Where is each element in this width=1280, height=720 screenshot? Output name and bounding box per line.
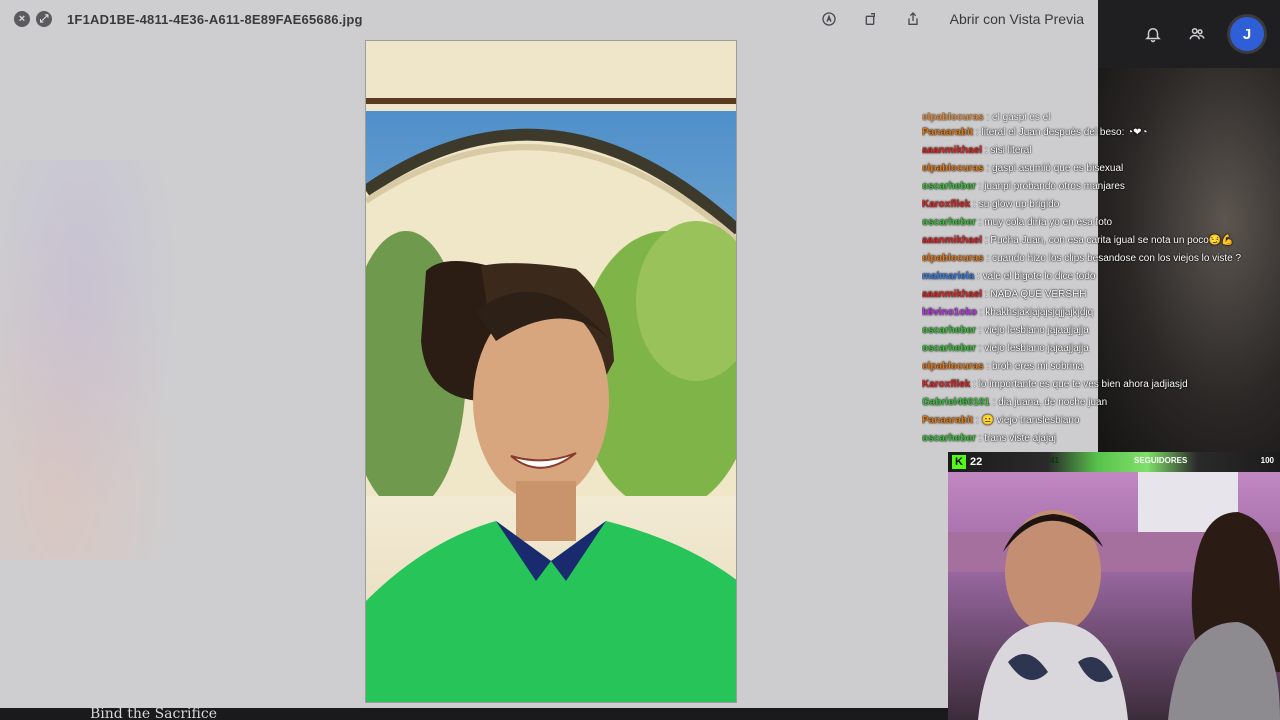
chat-username[interactable]: oscarheber bbox=[922, 343, 976, 354]
chat-message: oscarheber : juanpi probando otros manja… bbox=[922, 178, 1280, 196]
chat-text: : cuando hizo los clips besandose con lo… bbox=[983, 253, 1242, 264]
chat-message: Karoxfllek : su glow up brigido bbox=[922, 196, 1280, 214]
webcam-video bbox=[948, 472, 1280, 720]
chat-message: oscarheber : muy cola diría yo en esa fo… bbox=[922, 214, 1280, 232]
chat-username[interactable]: Panaarabit bbox=[922, 127, 973, 138]
share-button[interactable] bbox=[902, 8, 924, 30]
chat-message: oscarheber : trans viste ajajaj bbox=[922, 430, 1280, 448]
close-icon: × bbox=[18, 12, 26, 25]
chat-username[interactable]: Panaarabit bbox=[922, 415, 973, 426]
chat-message: Gabriel460101 : dia juana, de noche juan bbox=[922, 394, 1280, 412]
chat-username[interactable]: oscarheber bbox=[922, 181, 976, 192]
toolbar-actions: Abrir con Vista Previa bbox=[818, 0, 1084, 38]
photo-image bbox=[366, 41, 736, 702]
chat-username[interactable]: Karoxfllek bbox=[922, 199, 970, 210]
markup-icon bbox=[821, 12, 836, 26]
chat-message: Karoxfllek : lo importante es que te ves… bbox=[922, 376, 1280, 394]
viewer-count: 22 bbox=[970, 456, 983, 468]
chat-text: : el gaspi es el bbox=[983, 112, 1051, 123]
file-title: 1F1AD1BE-4811-4E36-A611-8E89FAE65686.jpg bbox=[67, 11, 363, 27]
chat-message: oscarheber : viejo lesbiano jajaajjajja bbox=[922, 322, 1280, 340]
stream-topbar: J bbox=[1098, 0, 1280, 68]
bell-icon[interactable] bbox=[1142, 23, 1164, 45]
chat-message: elpablocuras : el gaspi es el bbox=[922, 112, 1280, 124]
chat-username[interactable]: malmariela bbox=[922, 271, 974, 282]
chat-message: k6vino1oko : khakhsjakjajajsjqjjajkjdjq bbox=[922, 304, 1280, 322]
quicklook-toolbar: × ⤢ 1F1AD1BE-4811-4E36-A611-8E89FAE65686… bbox=[0, 0, 1098, 38]
fullscreen-button[interactable]: ⤢ bbox=[36, 11, 52, 27]
chat-text: : vale el bigote lo dice todo bbox=[974, 271, 1096, 282]
chat-message: elpablocuras : broh eres mi sobrina bbox=[922, 358, 1280, 376]
photo-preview bbox=[365, 40, 737, 703]
chat-username[interactable]: oscarheber bbox=[922, 217, 976, 228]
fullscreen-icon: ⤢ bbox=[39, 12, 49, 25]
chat-message: Panaarabit : 😐 viejo translesbiano bbox=[922, 412, 1280, 430]
markup-button[interactable] bbox=[818, 8, 840, 30]
chat-message: aaanmikhael : NADA QUE VERSHH bbox=[922, 286, 1280, 304]
chat-message: malmariela : vale el bigote lo dice todo bbox=[922, 268, 1280, 286]
chat-text: : 😐 viejo translesbiano bbox=[973, 415, 1080, 426]
chat-text: : broh eres mi sobrina bbox=[983, 361, 1084, 372]
chat-message: elpablocuras : gaspi asumió que es bisex… bbox=[922, 160, 1280, 178]
chat-message: oscarheber : viejo lesbiano jajaajjajja bbox=[922, 340, 1280, 358]
chat-text: : Pucha Juan, con esa carita igual se no… bbox=[982, 235, 1234, 246]
chat-message: aaanmikhael : sisi literal bbox=[922, 142, 1280, 160]
chat-text: : literal el Juan después del beso: ◔❤◔ bbox=[973, 127, 1148, 138]
chat-text: : su glow up brigido bbox=[970, 199, 1060, 210]
follower-goal: 100 bbox=[1260, 456, 1274, 465]
chat-username[interactable]: aaanmikhael bbox=[922, 145, 982, 156]
chat-text: : gaspi asumió que es bisexual bbox=[983, 163, 1124, 174]
chat-username[interactable]: Gabriel460101 bbox=[922, 397, 990, 408]
chat-text: : viejo lesbiano jajaajjajja bbox=[975, 343, 1089, 354]
chat-text: : juanpi probando otros manjares bbox=[975, 181, 1125, 192]
avatar[interactable]: J bbox=[1230, 17, 1264, 51]
chat-text: : NADA QUE VERSHH bbox=[982, 289, 1087, 300]
chat-username[interactable]: Karoxfllek bbox=[922, 379, 970, 390]
webcam-overlay: K 22 41 SEGUIDORES 100 bbox=[948, 452, 1280, 720]
chat-username[interactable]: aaanmikhael bbox=[922, 289, 982, 300]
chat-text: : sisi literal bbox=[982, 145, 1032, 156]
chat-text: : lo importante es que te ves bien ahora… bbox=[970, 379, 1188, 390]
chat-message: elpablocuras : cuando hizo los clips bes… bbox=[922, 250, 1280, 268]
rotate-button[interactable] bbox=[860, 8, 882, 30]
chat-username[interactable]: oscarheber bbox=[922, 433, 976, 444]
chat-message: Panaarabit : literal el Juan después del… bbox=[922, 124, 1280, 142]
follower-goal-bar: K 22 41 SEGUIDORES 100 bbox=[948, 452, 1280, 472]
chat-username[interactable]: oscarheber bbox=[922, 325, 976, 336]
chat-text: : viejo lesbiano jajaajjajja bbox=[975, 325, 1089, 336]
chat-username[interactable]: k6vino1oko bbox=[922, 307, 977, 318]
close-button[interactable]: × bbox=[14, 11, 30, 27]
chat-text: : khakhsjakjajajsjqjjajkjdjq bbox=[977, 307, 1094, 318]
chat-username[interactable]: elpablocuras bbox=[922, 253, 984, 264]
share-icon bbox=[907, 12, 918, 25]
chat-text: : trans viste ajajaj bbox=[975, 433, 1056, 444]
open-with-preview-button[interactable]: Abrir con Vista Previa bbox=[950, 11, 1084, 27]
chat-username[interactable]: aaanmikhael bbox=[922, 235, 982, 246]
avatar-letter: J bbox=[1242, 25, 1252, 43]
game-title-text: Bind the Sacrifice bbox=[90, 706, 217, 720]
rotate-icon bbox=[865, 13, 875, 25]
chat-username[interactable]: elpablocuras bbox=[922, 361, 984, 372]
chat-username[interactable]: elpablocuras bbox=[922, 163, 984, 174]
chat-text: : dia juana, de noche juan bbox=[989, 397, 1108, 408]
chat-message: aaanmikhael : Pucha Juan, con esa carita… bbox=[922, 232, 1280, 250]
kick-logo-icon: K bbox=[952, 455, 966, 469]
chat-overlay: elpablocuras : el gaspi es el Panaarabit … bbox=[922, 112, 1280, 452]
friends-icon[interactable] bbox=[1186, 23, 1208, 45]
follower-current: 41 bbox=[1050, 456, 1059, 465]
chat-username[interactable]: elpablocuras bbox=[922, 112, 984, 123]
chat-text: : muy cola diría yo en esa foto bbox=[975, 217, 1113, 228]
follower-label: SEGUIDORES bbox=[1134, 456, 1188, 465]
